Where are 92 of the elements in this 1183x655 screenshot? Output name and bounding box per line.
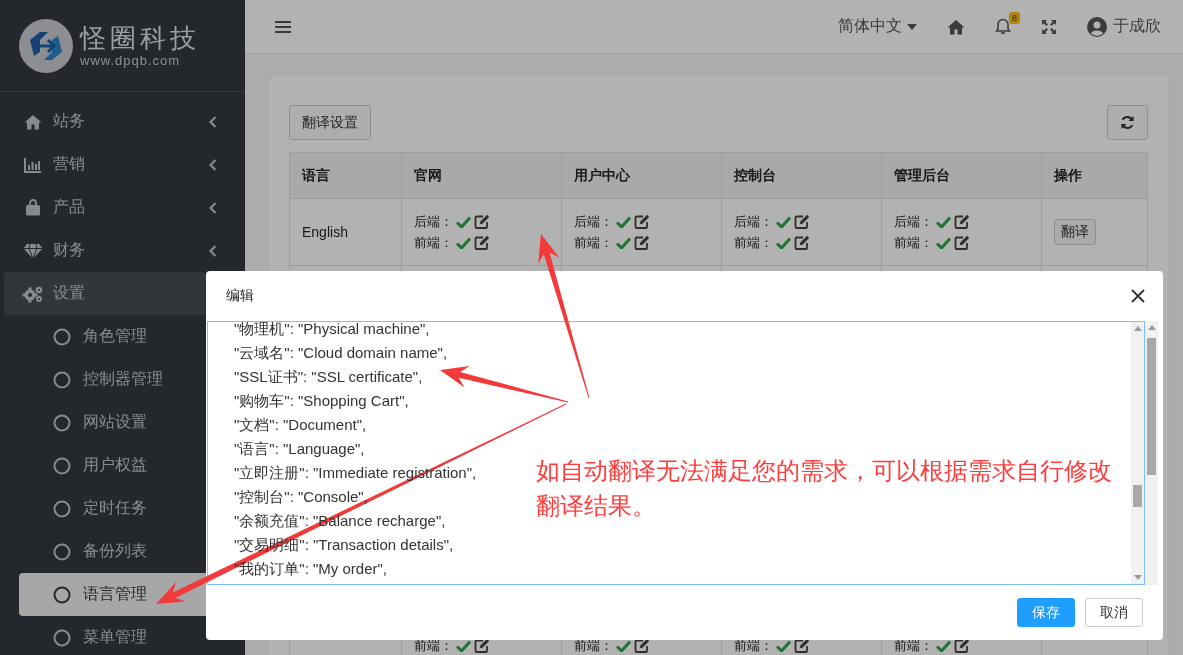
bell-icon: [995, 18, 1011, 35]
home-button[interactable]: [947, 18, 965, 35]
scrollbar-thumb[interactable]: [1147, 338, 1156, 475]
status-label: 前端：: [414, 636, 454, 655]
status-label: 前端：: [574, 233, 614, 252]
code-line: "控制台": "Console",: [234, 487, 368, 507]
status-label: 前端：: [734, 636, 774, 655]
edit-icon[interactable]: [634, 235, 651, 250]
brand-url: www.dpqb.com: [80, 53, 182, 68]
circle-icon: [53, 327, 71, 346]
status-label: 后端：: [414, 212, 454, 231]
sidebar-item[interactable]: 产品: [4, 186, 237, 229]
column-header: 管理后台: [881, 152, 1042, 199]
save-button[interactable]: 保存: [1017, 598, 1075, 627]
edit-icon[interactable]: [634, 214, 651, 229]
edit-icon[interactable]: [794, 214, 811, 229]
edit-icon[interactable]: [474, 638, 491, 653]
close-icon: [1131, 289, 1145, 303]
column-header: 操作: [1041, 152, 1148, 199]
menu-icon: [275, 19, 291, 34]
edit-icon[interactable]: [954, 214, 970, 229]
code-editor[interactable]: [207, 321, 1145, 585]
circle-icon: [53, 370, 71, 389]
edit-icon[interactable]: [794, 638, 811, 653]
scrollbar-thumb[interactable]: [1133, 485, 1142, 507]
edit-icon[interactable]: [794, 235, 811, 250]
column-header: 官网: [401, 152, 562, 199]
sidebar-subitem[interactable]: 菜单管理: [19, 616, 237, 655]
status-label: 前端：: [734, 233, 774, 252]
notification-button[interactable]: [995, 18, 1011, 35]
home-icon: [947, 18, 965, 35]
cancel-button[interactable]: 取消: [1085, 598, 1143, 627]
close-button[interactable]: [1131, 289, 1145, 303]
code-line: "物理机": "Physical machine",: [234, 322, 430, 339]
status-label: 后端：: [734, 212, 774, 231]
translate-button[interactable]: 翻译: [1053, 219, 1096, 245]
fullscreen-button[interactable]: [1041, 18, 1057, 35]
language-dropdown[interactable]: 简体中文: [838, 16, 917, 37]
edit-icon[interactable]: [954, 235, 970, 250]
circle-icon: [53, 413, 71, 432]
code-line: "文档": "Document",: [234, 415, 367, 435]
status-label: 前端：: [894, 233, 933, 252]
edit-icon[interactable]: [474, 235, 491, 250]
edit-icon[interactable]: [634, 638, 651, 653]
logo-icon: [18, 17, 74, 74]
sidebar-item[interactable]: 营销: [4, 143, 237, 186]
refresh-button[interactable]: [1107, 105, 1148, 140]
scrollbar[interactable]: [1145, 321, 1158, 585]
code-line: "购物车": "Shopping Cart",: [234, 391, 409, 411]
refresh-icon[interactable]: [1120, 115, 1135, 130]
caret-down-icon: [907, 23, 917, 30]
modal-title: 编辑: [226, 287, 254, 305]
circle-icon: [53, 628, 71, 647]
status-label: 前端：: [574, 636, 614, 655]
circle-icon: [53, 456, 71, 475]
column-header: 语言: [289, 152, 402, 199]
code-line: "云域名": "Cloud domain name",: [234, 343, 448, 363]
sidebar-item[interactable]: 站务: [4, 100, 237, 143]
edit-icon[interactable]: [954, 638, 970, 653]
scrollbar[interactable]: [1131, 322, 1144, 584]
status-label: 后端：: [574, 212, 614, 231]
expand-icon: [1041, 18, 1057, 35]
status-label: 前端：: [414, 233, 454, 252]
chevron-left-icon: [209, 244, 217, 257]
chevron-left-icon: [209, 201, 217, 214]
bar-chart-icon: [24, 156, 42, 173]
user-avatar-icon: [1087, 16, 1107, 37]
shopping-bag-icon: [25, 199, 41, 216]
code-line: "语言": "Language",: [234, 439, 365, 459]
circle-icon: [53, 585, 71, 604]
annotation-text: 如自动翻译无法满足您的需求，可以根据需求自行修改翻译结果。: [536, 457, 1113, 521]
status-label: 前端：: [894, 636, 933, 655]
column-header: 用户中心: [561, 152, 722, 199]
table-cell: English: [302, 224, 348, 240]
notification-badge: 8: [1009, 12, 1020, 24]
brand-name: 怪圈科技: [80, 23, 200, 53]
circle-icon: [53, 542, 71, 561]
edit-icon[interactable]: [474, 214, 491, 229]
circle-icon: [53, 499, 71, 518]
code-line: "我的订单": "My order",: [234, 559, 387, 579]
column-header: 控制台: [721, 152, 882, 199]
status-label: 后端：: [894, 212, 933, 231]
home-icon: [24, 113, 42, 130]
gears-icon: [22, 284, 44, 303]
menu-button[interactable]: [275, 19, 291, 34]
chevron-left-icon: [209, 158, 217, 171]
sidebar-item[interactable]: 财务: [4, 229, 237, 272]
chevron-left-icon: [209, 115, 217, 128]
diamond-icon: [23, 242, 43, 259]
translation-settings-button[interactable]: 翻译设置: [289, 105, 371, 140]
code-line: "SSL证书": "SSL certificate",: [234, 367, 423, 387]
user-menu[interactable]: 于成欣: [1087, 16, 1161, 37]
